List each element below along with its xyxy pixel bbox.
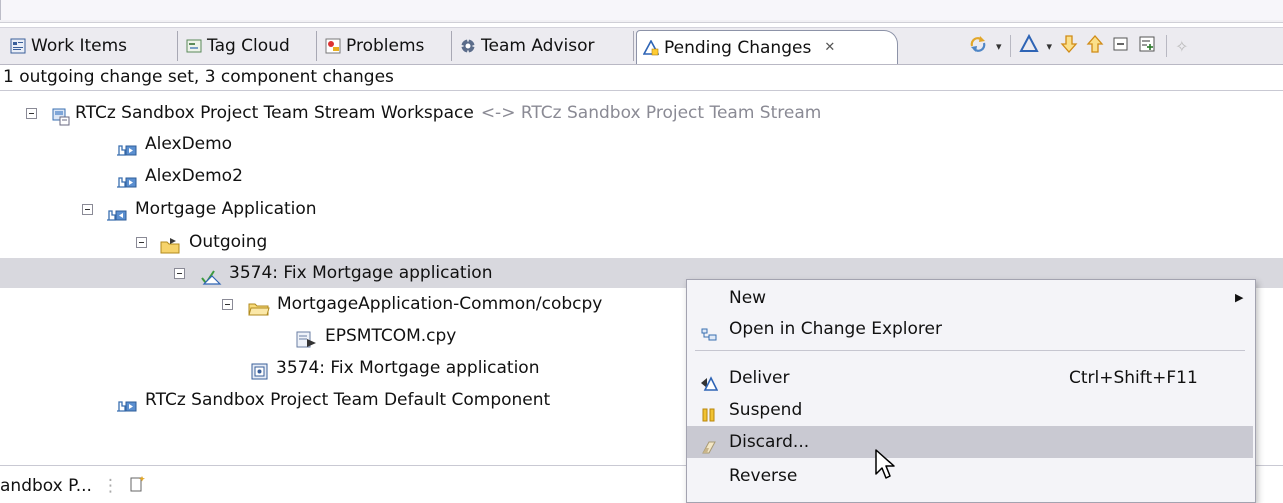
change-set-icon <box>200 265 222 285</box>
tab-label: Pending Changes <box>664 37 812 58</box>
tree-row-component[interactable]: AlexDemo2 <box>116 160 243 192</box>
component-label: AlexDemo2 <box>145 166 243 186</box>
collapse-toggle-icon[interactable] <box>136 236 147 248</box>
folder-icon <box>248 296 270 316</box>
menu-item-label: Reverse <box>729 466 798 486</box>
expand-all-icon[interactable] <box>1138 35 1158 58</box>
file-change-icon <box>296 328 318 348</box>
top-editor-strip-inner <box>0 0 1283 20</box>
menu-item-reverse[interactable]: Reverse <box>687 460 1253 492</box>
status-bar: andbox P... ⋮ <box>0 470 700 502</box>
tab-label: Tag Cloud <box>207 36 290 56</box>
file-label: EPSMTCOM.cpy <box>325 326 457 346</box>
submenu-arrow-icon: ▶ <box>1235 291 1244 304</box>
collapse-toggle-icon[interactable] <box>222 298 233 310</box>
eraser-icon <box>700 434 718 454</box>
status-label: andbox P... <box>0 476 92 496</box>
deliver-icon <box>700 370 719 391</box>
tree-row-change-set[interactable]: 3574: Fix Mortgage application <box>174 257 492 289</box>
workspace-label: RTCz Sandbox Project Team Stream Workspa… <box>75 103 474 123</box>
menu-item-new[interactable]: New ▶ <box>687 282 1253 314</box>
suspend-icon <box>700 402 718 422</box>
top-editor-strip <box>0 0 1283 23</box>
context-menu: New ▶ Open in Change Explorer Deliver Ct… <box>686 279 1256 503</box>
mouse-pointer-icon <box>875 449 895 479</box>
tab-work-items[interactable]: Work Items <box>4 31 178 61</box>
delta-icon[interactable] <box>1018 33 1039 59</box>
menu-item-label: Discard... <box>729 432 810 452</box>
menu-item-open-change-explorer[interactable]: Open in Change Explorer <box>687 313 1253 345</box>
collapse-toggle-icon[interactable] <box>26 107 37 119</box>
tree-row-work-item[interactable]: 3574: Fix Mortgage application <box>251 352 539 384</box>
view-tab-bar: Work Items Tag Cloud Problems Team Advis… <box>0 27 1283 65</box>
tag-cloud-icon <box>186 38 202 54</box>
menu-item-discard[interactable]: Discard... <box>687 426 1253 458</box>
arrow-down-icon[interactable] <box>1060 34 1078 59</box>
pin-icon[interactable]: ✧ <box>1175 37 1188 56</box>
new-view-icon[interactable] <box>129 475 147 498</box>
toolbar-separator <box>1009 35 1011 57</box>
chevron-down-icon[interactable]: ▾ <box>996 40 1002 53</box>
menu-item-label: New <box>729 288 767 308</box>
gear-icon <box>460 38 476 54</box>
collapse-toggle-icon[interactable] <box>82 203 93 215</box>
component-label: AlexDemo <box>145 134 233 154</box>
tab-label: Work Items <box>31 36 128 56</box>
chevron-down-icon[interactable]: ▾ <box>1047 40 1053 53</box>
outgoing-label: Outgoing <box>189 232 268 252</box>
menu-separator <box>695 350 1245 351</box>
view-toolbar: ▾ ▾ ✧ <box>968 33 1188 59</box>
component-icon <box>116 136 138 156</box>
collapse-toggle-icon[interactable] <box>174 267 185 279</box>
tab-pending-changes[interactable]: Pending Changes ✕ <box>636 30 898 64</box>
tree-row-outgoing[interactable]: Outgoing <box>136 226 267 258</box>
close-icon[interactable]: ✕ <box>824 40 835 55</box>
tab-label: Problems <box>346 36 425 56</box>
menu-item-shortcut: Ctrl+Shift+F11 <box>1069 368 1198 388</box>
workspace-icon <box>52 105 70 126</box>
tree-row-mortgage-application[interactable]: Mortgage Application <box>82 193 317 225</box>
menu-item-label: Deliver <box>729 368 790 388</box>
change-set-label: 3574: Fix Mortgage application <box>229 263 493 283</box>
collapse-all-icon[interactable] <box>1112 35 1130 58</box>
tab-team-advisor[interactable]: Team Advisor <box>454 31 634 61</box>
tree-row-file[interactable]: EPSMTCOM.cpy <box>296 320 456 352</box>
tab-tag-cloud[interactable]: Tag Cloud <box>180 31 317 61</box>
pending-changes-icon <box>642 38 660 56</box>
work-items-icon <box>10 38 26 54</box>
menu-item-suspend[interactable]: Suspend <box>687 394 1253 426</box>
arrow-up-icon[interactable] <box>1086 34 1104 59</box>
tab-problems[interactable]: Problems <box>319 31 452 61</box>
toolbar-separator <box>1166 35 1168 57</box>
menu-item-label: Suspend <box>729 400 803 420</box>
status-separator: ⋮ <box>101 476 119 496</box>
menu-item-label: Open in Change Explorer <box>729 319 942 339</box>
component-label: RTCz Sandbox Project Team Default Compon… <box>145 390 551 410</box>
stream-label: <-> RTCz Sandbox Project Team Stream <box>480 103 822 123</box>
component-outgoing-icon <box>106 201 128 221</box>
tree-row-folder[interactable]: MortgageApplication-Common/cobcpy <box>222 288 602 320</box>
work-item-label: 3574: Fix Mortgage application <box>276 358 540 378</box>
outgoing-folder-icon <box>160 234 182 254</box>
tab-label: Team Advisor <box>481 36 595 56</box>
component-label: Mortgage Application <box>135 199 317 219</box>
work-item-icon <box>251 360 269 380</box>
tree-row-component[interactable]: RTCz Sandbox Project Team Default Compon… <box>116 384 550 416</box>
problems-icon <box>325 38 341 54</box>
change-explorer-icon <box>700 321 718 341</box>
tree-row-workspace[interactable]: RTCz Sandbox Project Team Stream Workspa… <box>26 97 821 129</box>
tree-row-component[interactable]: AlexDemo <box>116 128 232 160</box>
folder-label: MortgageApplication-Common/cobcpy <box>277 294 603 314</box>
component-icon <box>116 392 138 412</box>
component-icon <box>116 168 138 188</box>
pending-changes-summary: 1 outgoing change set, 3 component chang… <box>3 67 394 87</box>
refresh-icon[interactable] <box>968 34 988 59</box>
menu-item-deliver[interactable]: Deliver Ctrl+Shift+F11 <box>687 362 1253 394</box>
